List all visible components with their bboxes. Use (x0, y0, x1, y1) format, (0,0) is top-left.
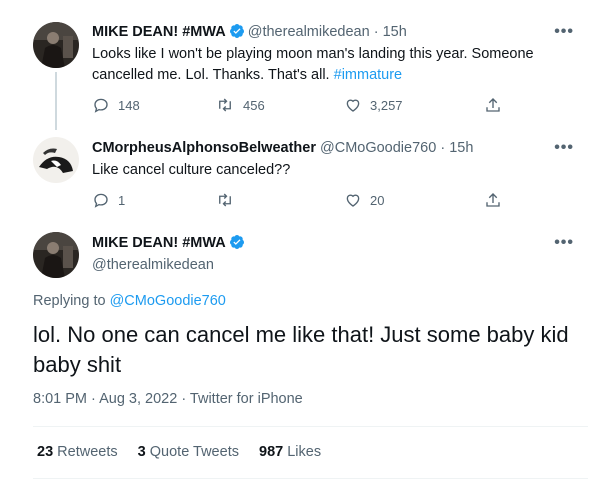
replying-to-label: Replying to (33, 293, 106, 309)
timestamp[interactable]: 15h (449, 140, 473, 156)
more-options-icon[interactable]: ••• (554, 139, 574, 157)
avatar[interactable] (33, 232, 79, 278)
separator-dot: · (373, 24, 379, 40)
like-count: 3,257 (370, 97, 403, 113)
hashtag-link[interactable]: #immature (334, 67, 403, 83)
tweet-header: CMorpheusAlphonsoBelweather @CMoGoodie76… (92, 139, 473, 157)
main-tweet-author: MIKE DEAN! #MWA (92, 234, 248, 255)
thread-line (55, 72, 57, 130)
tweet-1[interactable]: MIKE DEAN! #MWA @therealmikedean · 15h ••… (0, 0, 600, 130)
tweet-header: MIKE DEAN! #MWA @therealmikedean · 15h (92, 23, 407, 44)
heart-icon (346, 99, 360, 112)
likes-count: 987 (259, 444, 284, 460)
divider (33, 478, 588, 479)
reply-count: 148 (118, 97, 140, 113)
share-icon (486, 98, 500, 112)
like-button[interactable]: 20 (344, 191, 384, 209)
handle[interactable]: @therealmikedean (92, 256, 214, 274)
divider (33, 426, 588, 427)
retweet-button[interactable] (215, 191, 243, 209)
engagement-stats: 23 Retweets 3 Quote Tweets 987 Likes (37, 444, 337, 460)
display-name[interactable]: CMorpheusAlphonsoBelweather (92, 140, 316, 156)
tweet-text: Looks like I won't be playing moon man's… (92, 44, 562, 86)
share-button[interactable] (484, 96, 502, 114)
handle[interactable]: @CMoGoodie760 (320, 140, 436, 156)
reply-icon (94, 193, 108, 208)
retweet-icon (219, 193, 231, 207)
retweets-count: 23 (37, 444, 54, 460)
retweets-stat[interactable]: 23 Retweets (37, 444, 118, 460)
tweet-timestamp[interactable]: 8:01 PM · Aug 3, 2022 · Twitter for iPho… (33, 391, 303, 407)
quotes-label: Quote Tweets (149, 444, 239, 460)
like-count: 20 (370, 192, 385, 208)
share-button[interactable] (484, 191, 502, 209)
tweet-2[interactable]: CMorpheusAlphonsoBelweather @CMoGoodie76… (0, 128, 600, 224)
verified-badge-icon (229, 23, 245, 44)
quotes-count: 3 (137, 444, 146, 460)
main-tweet-text: lol. No one can cancel me like that! Jus… (33, 322, 569, 377)
reply-button[interactable]: 1 (92, 191, 125, 209)
verified-badge-icon (229, 234, 245, 255)
quotes-stat[interactable]: 3 Quote Tweets (138, 444, 239, 460)
handle[interactable]: @therealmikedean (248, 24, 370, 40)
reply-icon (94, 98, 108, 113)
tweet-text: Like cancel culture canceled?? (92, 162, 291, 178)
avatar[interactable] (33, 137, 79, 183)
display-name[interactable]: MIKE DEAN! #MWA (92, 24, 226, 40)
more-options-icon[interactable]: ••• (554, 234, 574, 252)
display-name[interactable]: MIKE DEAN! #MWA (92, 235, 226, 251)
retweet-button[interactable]: 456 (215, 96, 265, 114)
reply-button[interactable]: 148 (92, 96, 140, 114)
timestamp[interactable]: 15h (383, 24, 407, 40)
likes-label: Likes (287, 444, 322, 460)
more-options-icon[interactable]: ••• (554, 23, 574, 41)
heart-icon (346, 194, 360, 207)
likes-stat[interactable]: 987 Likes (259, 444, 321, 460)
retweets-label: Retweets (57, 444, 118, 460)
replying-to: Replying to @CMoGoodie760 (33, 293, 226, 309)
share-icon (486, 193, 500, 207)
retweet-count: 456 (243, 97, 265, 113)
retweet-icon (219, 98, 231, 112)
separator-dot: · (440, 140, 446, 156)
avatar[interactable] (33, 22, 79, 68)
like-button[interactable]: 3,257 (344, 96, 403, 114)
tweet-text-body: Looks like I won't be playing moon man's… (92, 46, 534, 83)
mention-link[interactable]: @CMoGoodie760 (110, 293, 226, 309)
reply-count: 1 (118, 192, 126, 208)
